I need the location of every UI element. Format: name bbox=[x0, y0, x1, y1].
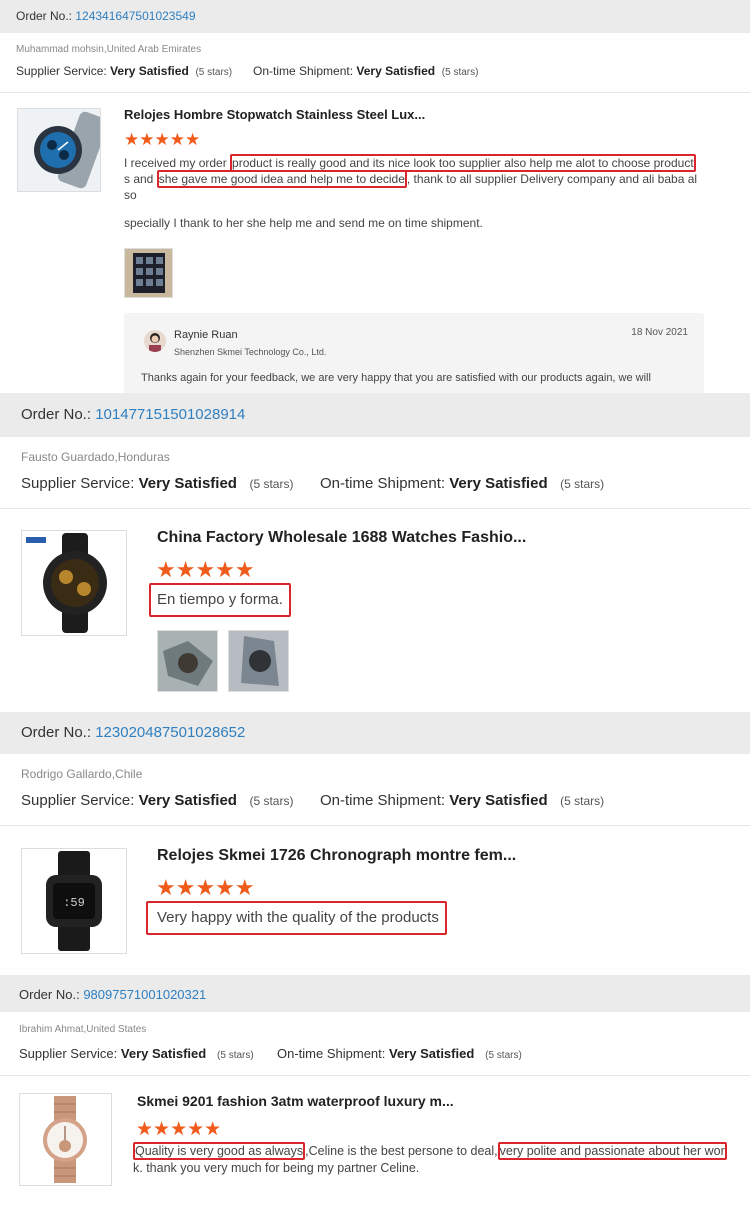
order-number-link[interactable]: 101477151501028914 bbox=[95, 406, 245, 423]
reply-company: Shenzhen Skmei Technology Co., Ltd. bbox=[174, 347, 327, 357]
review-card: Order No.: 123020487501028652 Rodrigo Ga… bbox=[0, 712, 750, 975]
avatar bbox=[144, 330, 166, 352]
product-image[interactable] bbox=[17, 108, 101, 192]
highlight-box: Quality is very good as always bbox=[133, 1142, 306, 1160]
order-bar: Order No.: 123020487501028652 bbox=[0, 712, 750, 754]
order-no-label: Order No.: bbox=[16, 9, 73, 23]
order-no-label: Order No.: bbox=[21, 724, 92, 741]
highlight-box: Very happy with the quality of the produ… bbox=[146, 901, 447, 935]
product-title[interactable]: Skmei 9201 fashion 3atm waterproof luxur… bbox=[137, 1093, 454, 1109]
review-card: Order No.: 98097571001020321 Ibrahim Ahm… bbox=[0, 975, 750, 1213]
product-title[interactable]: Relojes Hombre Stopwatch Stainless Steel… bbox=[124, 107, 425, 122]
review-text: Quality is very good as always ,Celine is… bbox=[133, 1142, 727, 1175]
on-time-shipment: On-time Shipment: Very Satisfied (5 star… bbox=[277, 1046, 522, 1061]
reply-text: Thanks again for your feedback, we are v… bbox=[141, 372, 651, 384]
order-number-link[interactable]: 98097571001020321 bbox=[83, 987, 206, 1002]
highlight-box: she gave me good idea and help me to dec… bbox=[156, 170, 407, 188]
watch-icon bbox=[20, 1094, 111, 1185]
photo-icon bbox=[229, 631, 288, 691]
supplier-service: Supplier Service: Very Satisfied (5 star… bbox=[16, 64, 233, 78]
review-photo-thumb[interactable] bbox=[157, 630, 218, 692]
on-time-shipment: On-time Shipment: Very Satisfied (5 star… bbox=[320, 792, 605, 809]
watch-icon bbox=[18, 109, 100, 191]
product-title[interactable]: Relojes Skmei 1726 Chronograph montre fe… bbox=[157, 847, 516, 865]
order-bar: Order No.: 101477151501028914 bbox=[0, 393, 750, 437]
order-bar: Order No.: 98097571001020321 bbox=[0, 975, 750, 1012]
order-number-link[interactable]: 123020487501028652 bbox=[95, 724, 245, 741]
photo-icon bbox=[158, 631, 217, 691]
buyer-name: Rodrigo Gallardo,Chile bbox=[21, 767, 143, 781]
supplier-service: Supplier Service: Very Satisfied (5 star… bbox=[21, 475, 294, 492]
on-time-shipment: On-time Shipment: Very Satisfied (5 star… bbox=[320, 475, 605, 492]
product-image[interactable]: :59 bbox=[21, 848, 127, 954]
rating-stars: ★★★★★ bbox=[124, 130, 201, 149]
review-text-line2: specially I thank to her she help me and… bbox=[124, 216, 483, 230]
review-text: I received my order product is really go… bbox=[124, 154, 698, 202]
review-text: En tiempo y forma. bbox=[149, 583, 291, 617]
order-bar: Order No.: 124341647501023549 bbox=[0, 0, 750, 33]
order-no-label: Order No.: bbox=[21, 406, 92, 423]
review-card: Order No.: 101477151501028914 Fausto Gua… bbox=[0, 393, 750, 712]
rating-stars: ★★★★★ bbox=[136, 1119, 222, 1140]
buyer-name: Muhammad mohsin,United Arab Emirates bbox=[16, 44, 202, 55]
buyer-name: Fausto Guardado,Honduras bbox=[21, 450, 170, 464]
review-photo-thumb[interactable] bbox=[124, 248, 173, 298]
reply-date: 18 Nov 2021 bbox=[631, 327, 688, 338]
review-text: Very happy with the quality of the produ… bbox=[146, 901, 447, 935]
watch-icon bbox=[22, 531, 126, 635]
product-image[interactable] bbox=[21, 530, 127, 636]
order-number-link[interactable]: 124341647501023549 bbox=[75, 9, 195, 23]
reply-author: Raynie Ruan bbox=[174, 329, 238, 341]
product-title[interactable]: China Factory Wholesale 1688 Watches Fas… bbox=[157, 529, 526, 547]
photo-icon bbox=[125, 249, 172, 297]
supplier-service: Supplier Service: Very Satisfied (5 star… bbox=[19, 1046, 254, 1061]
review-card: Order No.: 124341647501023549 Muhammad m… bbox=[0, 0, 750, 393]
highlight-box: En tiempo y forma. bbox=[149, 583, 291, 617]
product-image[interactable] bbox=[19, 1093, 112, 1186]
rating-stars: ★★★★★ bbox=[156, 557, 255, 582]
rating-stars: ★★★★★ bbox=[156, 875, 255, 900]
order-no-label: Order No.: bbox=[19, 987, 80, 1002]
supplier-reply: Raynie Ruan Shenzhen Skmei Technology Co… bbox=[124, 313, 704, 393]
buyer-name: Ibrahim Ahmat,United States bbox=[19, 1024, 147, 1035]
supplier-service: Supplier Service: Very Satisfied (5 star… bbox=[21, 792, 294, 809]
on-time-shipment: On-time Shipment: Very Satisfied (5 star… bbox=[253, 64, 479, 78]
highlight-box: very polite and passionate about her wor bbox=[497, 1142, 727, 1160]
review-photo-thumb[interactable] bbox=[228, 630, 289, 692]
watch-icon: :59 bbox=[22, 849, 126, 953]
svg-text::59: :59 bbox=[63, 896, 85, 910]
